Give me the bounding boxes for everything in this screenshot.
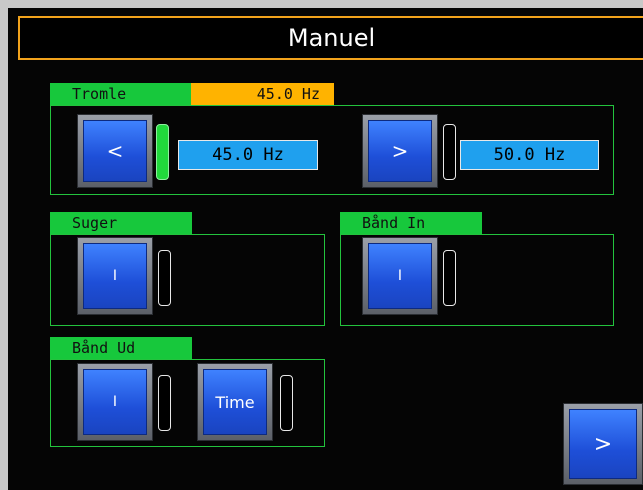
tromle-group-label: Tromle: [50, 83, 192, 105]
band-ud-time-label: Time: [203, 369, 267, 435]
suger-label: Suger: [72, 214, 118, 232]
page-title: Manuel: [18, 16, 643, 60]
tromle-label: Tromle: [72, 85, 127, 103]
band-in-toggle-label: I: [368, 243, 432, 309]
band-ud-toggle-label: I: [83, 369, 147, 435]
band-ud-group-label: Bånd Ud: [50, 337, 192, 359]
tromle-increase-label: >: [368, 120, 432, 182]
tromle-min-indicator-lamp: [156, 124, 169, 180]
band-in-label: Bånd In: [362, 214, 426, 232]
band-in-group-label: Bånd In: [340, 212, 482, 234]
tromle-increase-button[interactable]: >: [362, 114, 438, 188]
band-ud-toggle-button[interactable]: I: [77, 363, 153, 441]
band-ud-time-indicator-lamp: [280, 375, 293, 431]
suger-group-label: Suger: [50, 212, 192, 234]
next-page-label: >: [569, 409, 637, 479]
tromle-decrease-label: <: [83, 120, 147, 182]
tromle-max-value: 50.0 Hz: [460, 140, 599, 170]
next-page-button[interactable]: >: [563, 403, 643, 485]
tromle-decrease-button[interactable]: <: [77, 114, 153, 188]
band-ud-time-button[interactable]: Time: [197, 363, 273, 441]
tromle-max-indicator-lamp: [443, 124, 456, 180]
tromle-frequency-readout: 45.0 Hz: [191, 83, 334, 105]
suger-indicator-lamp: [158, 250, 171, 306]
band-in-toggle-button[interactable]: I: [362, 237, 438, 315]
band-in-indicator-lamp: [443, 250, 456, 306]
band-ud-label: Bånd Ud: [72, 339, 136, 357]
suger-toggle-label: I: [83, 243, 147, 309]
band-ud-indicator-lamp: [158, 375, 171, 431]
suger-toggle-button[interactable]: I: [77, 237, 153, 315]
tromle-min-value: 45.0 Hz: [178, 140, 318, 170]
